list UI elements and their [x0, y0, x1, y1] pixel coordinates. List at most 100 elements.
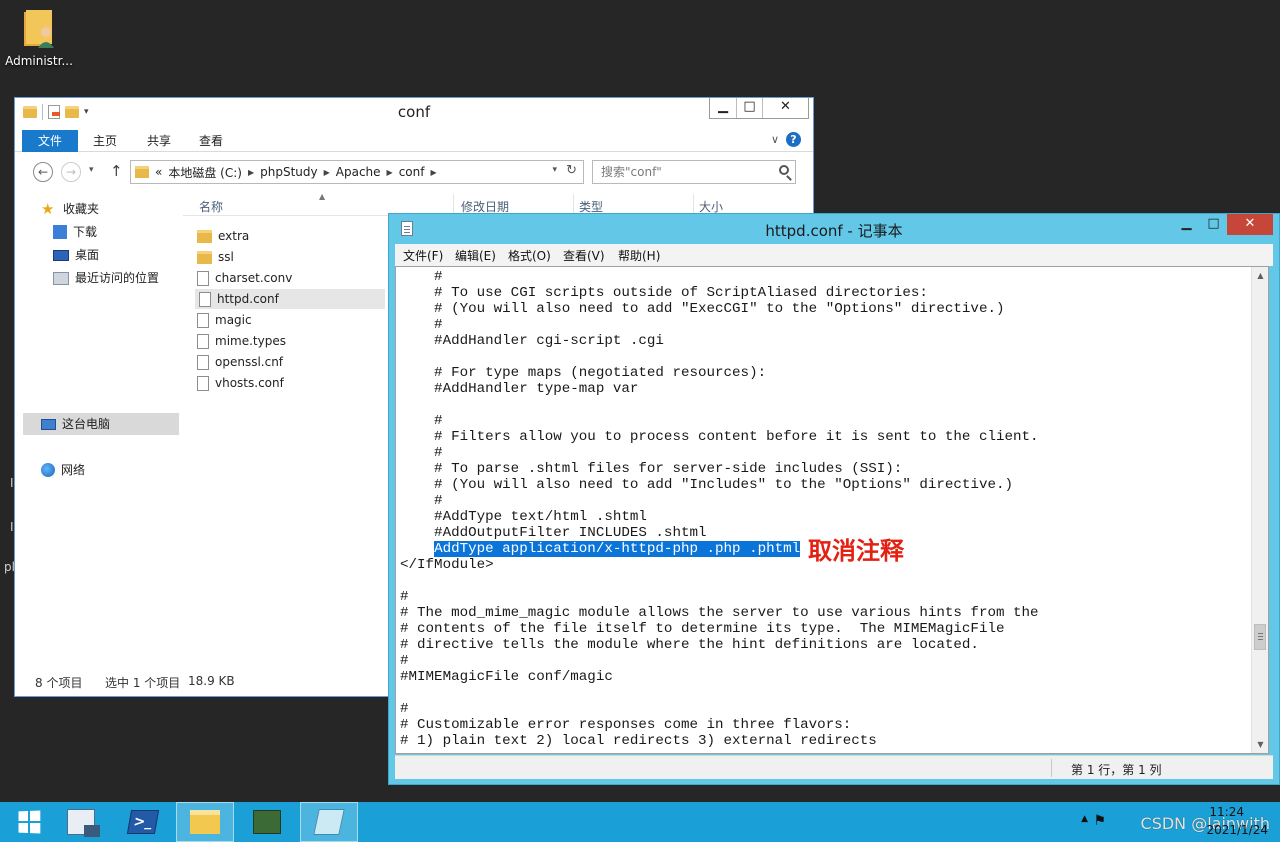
up-button[interactable]: ↑ [110, 162, 123, 180]
menu-format[interactable]: 格式(O) [508, 247, 551, 264]
editor-line[interactable] [400, 397, 1039, 413]
scroll-down-icon[interactable]: ▼ [1252, 736, 1268, 753]
tab-home[interactable]: 主页 [81, 130, 129, 152]
editor-line[interactable]: #AddOutputFilter INCLUDES .shtml [400, 525, 1039, 541]
scroll-thumb[interactable] [1254, 624, 1266, 650]
help-icon[interactable]: ? [786, 132, 801, 147]
desktop-icon-administrator[interactable]: Administr... [4, 6, 74, 68]
taskbar-powershell[interactable]: >_ [114, 802, 172, 842]
editor-line[interactable] [400, 573, 1039, 589]
editor-line[interactable]: # 1) plain text 2) local redirects 3) ex… [400, 733, 1039, 749]
tab-share[interactable]: 共享 [135, 130, 183, 152]
show-hidden-icons-icon[interactable]: ▲ [1081, 814, 1088, 824]
text-editor-area[interactable]: # # To use CGI scripts outside of Script… [395, 266, 1269, 754]
editor-line[interactable]: # [400, 493, 1039, 509]
sidebar-item-downloads[interactable]: 下载 [53, 221, 97, 243]
scroll-up-icon[interactable]: ▲ [1252, 267, 1268, 284]
address-history-dropdown[interactable]: ▾ [552, 165, 557, 175]
editor-line[interactable]: # directive tells the module where the h… [400, 637, 1039, 653]
editor-line[interactable]: # The mod_mime_magic module allows the s… [400, 605, 1039, 621]
editor-line[interactable]: # (You will also need to add "ExecCGI" t… [400, 301, 1039, 317]
list-item-selected[interactable]: httpd.conf [195, 289, 385, 309]
editor-line[interactable]: # For type maps (negotiated resources): [400, 365, 1039, 381]
editor-line[interactable]: #AddType text/html .shtml [400, 509, 1039, 525]
clock-time[interactable]: 11:24 [1209, 805, 1244, 819]
breadcrumb-separator-icon[interactable]: ▶ [387, 168, 393, 177]
sidebar-item-desktop[interactable]: 桌面 [53, 244, 99, 266]
close-button[interactable]: ✕ [762, 98, 808, 118]
editor-line-selected[interactable]: AddType application/x-httpd-php .php .ph… [400, 541, 1039, 557]
editor-line[interactable]: # contents of the file itself to determi… [400, 621, 1039, 637]
sidebar-item-recent[interactable]: 最近访问的位置 [53, 267, 159, 289]
sidebar-item-favorites[interactable]: ★ 收藏夹 [41, 198, 99, 220]
list-item[interactable]: ssl [197, 247, 234, 267]
breadcrumb-separator-icon[interactable]: ▶ [324, 168, 330, 177]
list-item[interactable]: openssl.cnf [197, 352, 283, 372]
editor-line[interactable]: # Filters allow you to process content b… [400, 429, 1039, 445]
minimize-button[interactable]: ▁ [710, 98, 736, 118]
list-item[interactable]: vhosts.conf [197, 373, 284, 393]
taskbar-file-explorer[interactable] [176, 802, 234, 842]
sidebar-item-this-pc[interactable]: 这台电脑 [23, 413, 179, 435]
list-item[interactable]: charset.conv [197, 268, 292, 288]
back-button[interactable]: ← [33, 162, 53, 182]
menu-view[interactable]: 查看(V) [563, 247, 605, 264]
menu-edit[interactable]: 编辑(E) [455, 247, 496, 264]
menu-file[interactable]: 文件(F) [403, 247, 443, 264]
taskbar-notepad[interactable] [300, 802, 358, 842]
editor-line[interactable]: #MIMEMagicFile conf/magic [400, 669, 1039, 685]
breadcrumb-item[interactable]: phpStudy [260, 165, 318, 179]
editor-line[interactable]: # [400, 445, 1039, 461]
refresh-icon[interactable]: ↻ [566, 163, 577, 178]
editor-line[interactable] [400, 349, 1039, 365]
maximize-button[interactable]: □ [736, 98, 762, 118]
recent-locations-dropdown[interactable]: ▾ [89, 165, 94, 175]
vertical-scrollbar[interactable]: ▲ ▼ [1251, 267, 1268, 753]
explorer-titlebar[interactable]: ▾ conf ▁ □ ✕ [15, 98, 813, 128]
editor-line[interactable]: # [400, 589, 1039, 605]
address-bar[interactable]: « 本地磁盘 (C:) ▶ phpStudy ▶ Apache ▶ conf ▶… [130, 160, 584, 184]
breadcrumb-separator-icon[interactable]: ▶ [430, 168, 436, 177]
editor-line[interactable] [400, 685, 1039, 701]
maximize-button[interactable]: □ [1200, 214, 1227, 235]
search-icon[interactable] [779, 165, 789, 175]
action-center-flag-icon[interactable]: ⚑ [1093, 813, 1106, 829]
editor-line[interactable]: # To parse .shtml files for server-side … [400, 461, 1039, 477]
selected-text[interactable]: AddType application/x-httpd-php .php .ph… [434, 541, 801, 557]
editor-line[interactable]: # [400, 701, 1039, 717]
taskbar-server-manager[interactable] [52, 802, 110, 842]
editor-line[interactable]: </IfModule> [400, 557, 1039, 573]
editor-line[interactable]: # [400, 413, 1039, 429]
sidebar-item-network[interactable]: 网络 [41, 459, 85, 481]
column-name[interactable]: 名称 [199, 198, 223, 215]
editor-line[interactable]: # Customizable error responses come in t… [400, 717, 1039, 733]
breadcrumb-overflow[interactable]: « [155, 165, 162, 179]
editor-line[interactable]: # [400, 653, 1039, 669]
breadcrumb-item[interactable]: Apache [336, 165, 381, 179]
tab-file[interactable]: 文件 [22, 130, 78, 152]
taskbar-computer-management[interactable] [238, 802, 296, 842]
editor-content[interactable]: # # To use CGI scripts outside of Script… [400, 269, 1039, 749]
breadcrumb-item[interactable]: conf [399, 165, 425, 179]
list-item[interactable]: mime.types [197, 331, 286, 351]
breadcrumb-separator-icon[interactable]: ▶ [248, 168, 254, 177]
editor-line[interactable]: #AddHandler cgi-script .cgi [400, 333, 1039, 349]
minimize-button[interactable]: ▁ [1173, 214, 1200, 235]
list-item[interactable]: extra [197, 226, 249, 246]
clock-date[interactable]: 2021/1/24 [1206, 823, 1268, 837]
start-button[interactable] [0, 802, 58, 842]
list-item[interactable]: magic [197, 310, 252, 330]
close-button[interactable]: ✕ [1227, 214, 1273, 235]
editor-line[interactable]: # To use CGI scripts outside of ScriptAl… [400, 285, 1039, 301]
search-input[interactable]: 搜索"conf" [592, 160, 796, 184]
breadcrumb-item[interactable]: 本地磁盘 (C:) [168, 164, 242, 181]
notepad-titlebar[interactable]: httpd.conf - 记事本 ▁ □ ✕ [389, 214, 1279, 244]
editor-line[interactable]: # [400, 317, 1039, 333]
menu-help[interactable]: 帮助(H) [618, 247, 660, 264]
tab-view[interactable]: 查看 [187, 130, 235, 152]
editor-line[interactable]: #AddHandler type-map var [400, 381, 1039, 397]
editor-line[interactable]: # [400, 269, 1039, 285]
forward-button[interactable]: → [61, 162, 81, 182]
expand-ribbon-icon[interactable]: ∨ [771, 133, 779, 146]
editor-line[interactable]: # (You will also need to add "Includes" … [400, 477, 1039, 493]
